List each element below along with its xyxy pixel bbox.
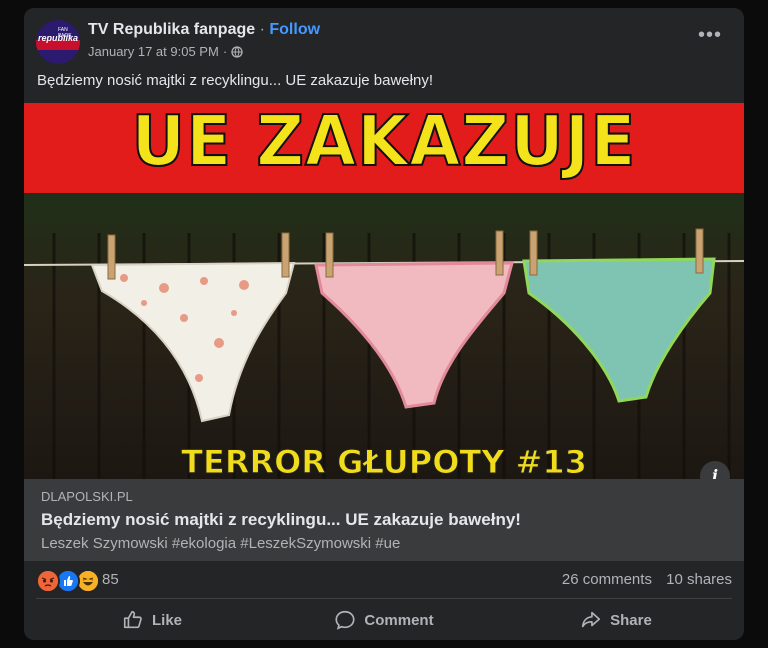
separator: · bbox=[259, 21, 265, 38]
avatar-logo-text: republika bbox=[38, 33, 79, 43]
bottom-caption: TERROR GŁUPOTY #13 bbox=[181, 443, 588, 480]
globe-icon[interactable] bbox=[231, 45, 243, 58]
comment-bubble-icon bbox=[335, 610, 355, 630]
link-preview[interactable]: DLAPOLSKI.PL Będziemy nosić majtki z rec… bbox=[24, 479, 744, 561]
link-domain: DLAPOLSKI.PL bbox=[41, 489, 133, 504]
link-title[interactable]: Będziemy nosić majtki z recyklingu... UE… bbox=[41, 510, 521, 530]
image-banner: UE ZAKAZUJE BAWEŁNY bbox=[24, 103, 744, 264]
post-text: Będziemy nosić majtki z recyklingu... UE… bbox=[37, 72, 433, 89]
share-arrow-icon bbox=[582, 611, 601, 628]
reactions-bar: 85 26 comments 10 shares bbox=[36, 568, 732, 593]
reaction-icons[interactable] bbox=[36, 569, 100, 593]
timestamp[interactable]: January 17 at 9:05 PM bbox=[88, 44, 219, 59]
like-button[interactable]: Like bbox=[36, 604, 268, 636]
reaction-count[interactable]: 85 bbox=[102, 571, 119, 588]
shares-count[interactable]: 10 shares bbox=[666, 571, 732, 588]
post-card: FAN PAGE republika TV Republika fanpage … bbox=[24, 8, 744, 640]
more-options-button[interactable]: ••• bbox=[696, 25, 724, 48]
like-label: Like bbox=[151, 611, 182, 629]
comments-count[interactable]: 26 comments bbox=[562, 571, 652, 588]
link-description: Leszek Szymowski #ekologia #LeszekSzymow… bbox=[41, 535, 401, 552]
meta-separator: · bbox=[222, 44, 228, 59]
page-name[interactable]: TV Republika fanpage bbox=[88, 21, 255, 38]
engagement-stats: 26 comments 10 shares bbox=[552, 571, 732, 588]
clothesline-photo bbox=[24, 193, 744, 479]
page-name-line: TV Republika fanpage · Follow bbox=[88, 21, 320, 39]
post-header: FAN PAGE republika TV Republika fanpage … bbox=[36, 18, 732, 66]
action-bar: Like Comment Share bbox=[36, 604, 732, 636]
share-label: Share bbox=[610, 611, 652, 629]
follow-button[interactable]: Follow bbox=[269, 21, 320, 38]
comment-button[interactable]: Comment bbox=[268, 604, 500, 636]
post-meta: January 17 at 9:05 PM · bbox=[88, 44, 243, 59]
comment-label: Comment bbox=[364, 611, 434, 629]
share-button[interactable]: Share bbox=[500, 604, 732, 636]
divider bbox=[36, 598, 732, 599]
angry-icon bbox=[36, 569, 60, 593]
thumbs-up-icon bbox=[123, 610, 142, 629]
page-avatar[interactable]: FAN PAGE republika bbox=[36, 20, 80, 64]
post-image[interactable]: UE ZAKAZUJE BAWEŁNY bbox=[24, 103, 744, 479]
